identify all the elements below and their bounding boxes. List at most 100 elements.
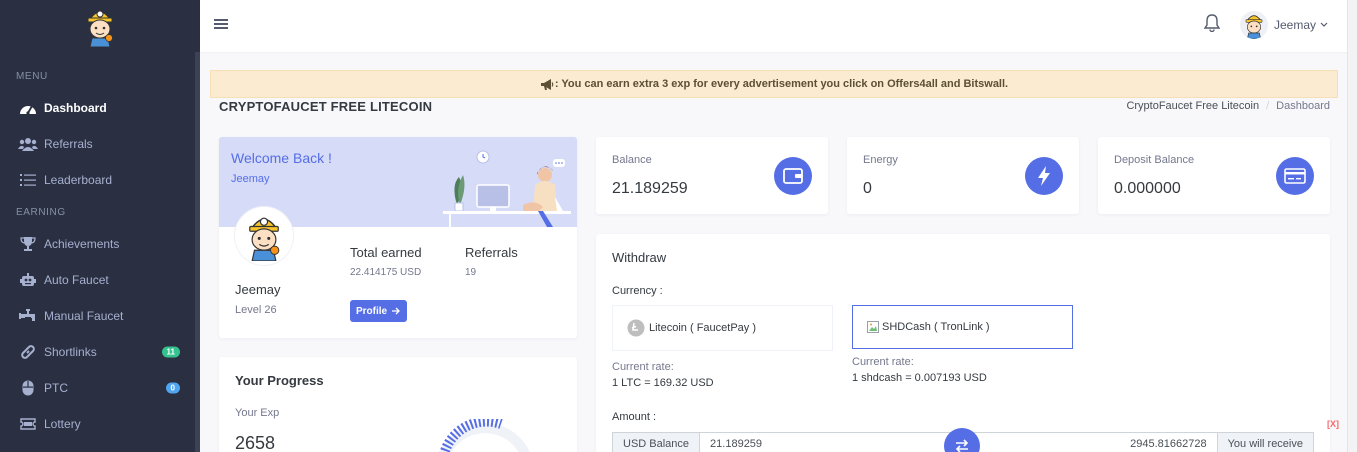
megaphone-icon bbox=[540, 78, 554, 90]
deposit-balance-card: Deposit Balance 0.000000 bbox=[1098, 137, 1330, 214]
rate-label: Current rate: bbox=[612, 361, 674, 373]
trophy-icon bbox=[18, 236, 38, 252]
litecoin-icon bbox=[627, 319, 645, 337]
bell-icon[interactable] bbox=[1203, 14, 1221, 33]
receive-amount-input[interactable]: 2945.81662728 bbox=[958, 433, 1216, 452]
currency-option-label: SHDCash ( TronLink ) bbox=[882, 321, 990, 333]
broken-image-icon bbox=[867, 321, 879, 333]
balance-label: Balance bbox=[612, 154, 652, 166]
link-icon bbox=[18, 344, 38, 360]
balance-card: Balance 21.189259 bbox=[596, 137, 828, 214]
exchange-icon bbox=[955, 439, 969, 452]
sidebar-item-label: PTC bbox=[44, 381, 68, 395]
exp-radial-gauge bbox=[439, 419, 530, 452]
users-icon bbox=[18, 136, 38, 152]
sidebar-logo[interactable] bbox=[0, 0, 200, 52]
miner-avatar-icon bbox=[1245, 15, 1263, 39]
alert-text: : You can earn extra 3 exp for every adv… bbox=[554, 78, 1009, 90]
total-earned-value: 22.414175 USD bbox=[350, 267, 422, 278]
page-title: CRYPTOFAUCET FREE LITECOIN bbox=[219, 99, 433, 114]
sidebar-item-label: Lottery bbox=[44, 417, 81, 431]
sidebar-item-auto-faucet[interactable]: Auto Faucet bbox=[0, 262, 200, 298]
amount-input[interactable]: 21.189259 bbox=[700, 433, 958, 452]
referrals-value: 19 bbox=[465, 267, 477, 278]
miner-avatar-icon bbox=[249, 217, 280, 261]
sidebar-item-referrals[interactable]: Referrals bbox=[0, 126, 200, 162]
menu-section-title: MENU bbox=[16, 70, 48, 82]
sidebar-item-label: Referrals bbox=[44, 137, 93, 151]
profile-avatar bbox=[235, 207, 293, 265]
breadcrumb-current: Dashboard bbox=[1276, 100, 1330, 112]
user-dropdown[interactable]: Jeemay bbox=[1240, 10, 1328, 40]
sidebar-item-ptc[interactable]: PTC 0 bbox=[0, 370, 200, 406]
exp-value: 2658 bbox=[235, 433, 276, 452]
menu-toggle-icon[interactable] bbox=[214, 17, 228, 31]
amount-label: Amount : bbox=[612, 411, 657, 423]
progress-card: Your Progress Your Exp 2658 bbox=[219, 357, 577, 452]
page-scrollbar[interactable] bbox=[1347, 0, 1357, 452]
usd-balance-addon: USD Balance bbox=[613, 433, 701, 452]
user-name: Jeemay bbox=[1274, 18, 1317, 32]
sidebar-item-label: Shortlinks bbox=[44, 345, 97, 359]
profile-button[interactable]: Profile bbox=[350, 300, 407, 322]
sidebar-item-label: Achievements bbox=[44, 237, 120, 251]
sidebar-item-label: Manual Faucet bbox=[44, 309, 124, 323]
close-ad-button[interactable]: [X] bbox=[1327, 419, 1339, 429]
announcement-alert: : You can earn extra 3 exp for every adv… bbox=[210, 70, 1338, 98]
currency-option-label: Litecoin ( FaucetPay ) bbox=[649, 322, 756, 334]
breadcrumb: CryptoFaucet Free Litecoin / Dashboard bbox=[1126, 100, 1330, 112]
withdraw-card: Withdraw Currency : Litecoin ( FaucetPay… bbox=[596, 234, 1330, 452]
energy-label: Energy bbox=[863, 154, 898, 166]
topbar: Jeemay bbox=[200, 0, 1357, 52]
earning-section-title: EARNING bbox=[16, 206, 66, 218]
energy-card: Energy 0 bbox=[847, 137, 1079, 214]
faucet-icon bbox=[18, 308, 38, 324]
profile-level: Level 26 bbox=[235, 304, 277, 316]
rate-value: 1 shdcash = 0.007193 USD bbox=[852, 372, 987, 384]
list-icon bbox=[18, 172, 38, 188]
receive-addon: You will receive bbox=[1216, 433, 1313, 452]
sidebar-item-manual-faucet[interactable]: Manual Faucet bbox=[0, 298, 200, 334]
card-icon bbox=[1276, 157, 1314, 195]
sidebar-item-label: Auto Faucet bbox=[44, 273, 109, 287]
office-illustration bbox=[443, 150, 571, 227]
withdraw-title: Withdraw bbox=[612, 250, 667, 265]
avatar bbox=[1240, 11, 1268, 39]
sidebar-item-shortlinks[interactable]: Shortlinks 11 bbox=[0, 334, 200, 370]
balance-value: 21.189259 bbox=[612, 180, 688, 197]
deposit-balance-label: Deposit Balance bbox=[1114, 154, 1195, 166]
breadcrumb-separator: / bbox=[1266, 100, 1270, 112]
referrals-label: Referrals bbox=[465, 245, 518, 260]
breadcrumb-link[interactable]: CryptoFaucet Free Litecoin bbox=[1126, 100, 1259, 112]
sidebar-item-label: Leaderboard bbox=[44, 173, 113, 187]
profile-name: Jeemay bbox=[235, 282, 281, 297]
ptc-badge: 0 bbox=[165, 382, 180, 394]
rate-value: 1 LTC = 169.32 USD bbox=[612, 377, 714, 389]
welcome-subtitle: Jeemay bbox=[231, 173, 270, 185]
welcome-card: Welcome Back ! Jeemay Jeemay Level 26 To… bbox=[219, 137, 577, 338]
shortlinks-badge: 11 bbox=[161, 346, 180, 358]
deposit-balance-value: 0.000000 bbox=[1114, 180, 1181, 197]
sidebar-item-leaderboard[interactable]: Leaderboard bbox=[0, 162, 200, 198]
dashboard-icon bbox=[18, 100, 38, 116]
currency-label: Currency : bbox=[612, 285, 663, 297]
exp-label: Your Exp bbox=[235, 407, 280, 419]
sidebar-item-dashboard[interactable]: Dashboard bbox=[0, 90, 200, 126]
wallet-icon bbox=[774, 157, 812, 195]
total-earned-label: Total earned bbox=[350, 245, 422, 260]
sidebar-item-achievements[interactable]: Achievements bbox=[0, 226, 200, 262]
progress-title: Your Progress bbox=[235, 373, 324, 388]
chevron-down-icon bbox=[1320, 22, 1328, 27]
arrow-right-icon bbox=[392, 307, 400, 315]
sidebar: MENU Dashboard Referrals Leaderboard EAR… bbox=[0, 0, 200, 452]
currency-option-shdcash[interactable]: SHDCash ( TronLink ) bbox=[852, 305, 1073, 349]
profile-button-label: Profile bbox=[355, 305, 388, 317]
mouse-icon bbox=[18, 380, 38, 396]
sidebar-item-label: Dashboard bbox=[44, 101, 107, 115]
rate-label: Current rate: bbox=[852, 356, 914, 368]
miner-logo-icon bbox=[87, 10, 113, 47]
energy-value: 0 bbox=[863, 180, 872, 197]
sidebar-item-lottery[interactable]: Lottery bbox=[0, 406, 200, 442]
currency-option-litecoin[interactable]: Litecoin ( FaucetPay ) bbox=[612, 305, 833, 351]
bolt-icon bbox=[1025, 157, 1063, 195]
